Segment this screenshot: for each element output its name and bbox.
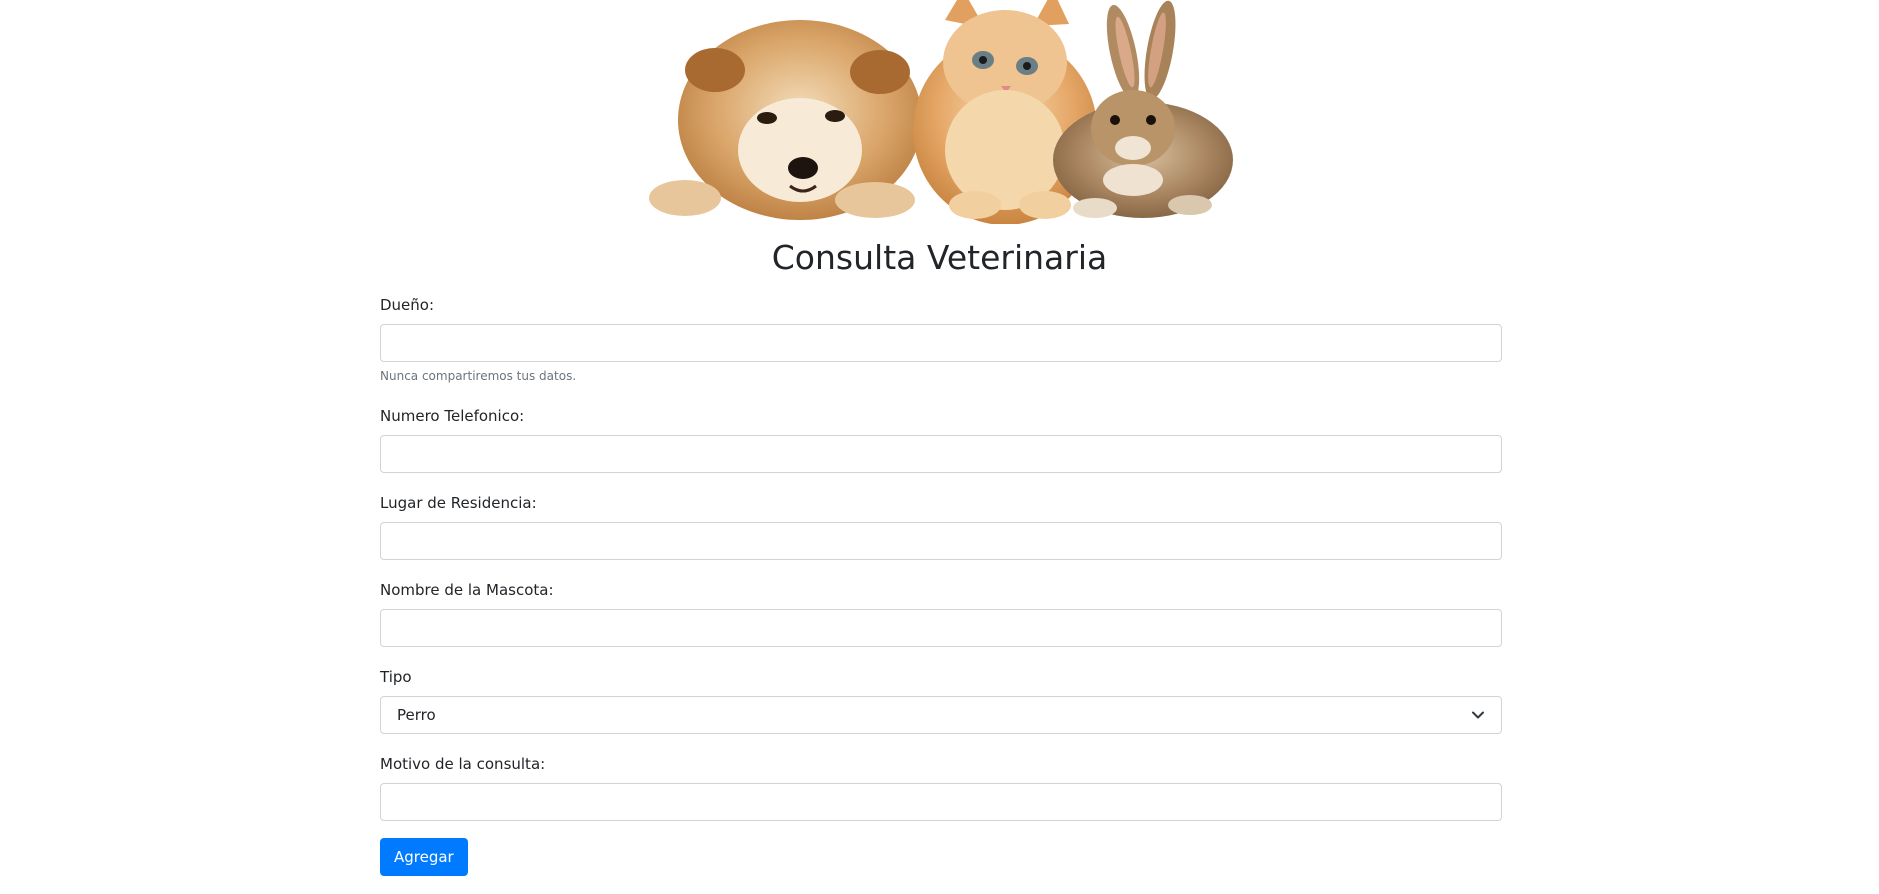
owner-input[interactable] xyxy=(380,324,1502,362)
phone-input[interactable] xyxy=(380,435,1502,473)
chevron-down-icon xyxy=(1471,708,1485,722)
page: Consulta Veterinaria Dueño: Nunca compar… xyxy=(0,0,1879,894)
type-select-value: Perro xyxy=(397,706,436,724)
type-select[interactable]: Perro xyxy=(380,696,1502,734)
pets-banner-image xyxy=(645,0,1241,224)
add-button[interactable]: Agregar xyxy=(380,838,468,876)
phone-label: Numero Telefonico: xyxy=(380,407,525,425)
type-label: Tipo xyxy=(380,668,412,686)
page-title: Consulta Veterinaria xyxy=(771,238,1108,277)
residence-label: Lugar de Residencia: xyxy=(380,494,537,512)
reason-input[interactable] xyxy=(380,783,1502,821)
pet-name-label: Nombre de la Mascota: xyxy=(380,581,554,599)
owner-help-text: Nunca compartiremos tus datos. xyxy=(380,369,577,383)
pet-name-input[interactable] xyxy=(380,609,1502,647)
reason-label: Motivo de la consulta: xyxy=(380,755,546,773)
owner-label: Dueño: xyxy=(380,296,435,314)
residence-input[interactable] xyxy=(380,522,1502,560)
